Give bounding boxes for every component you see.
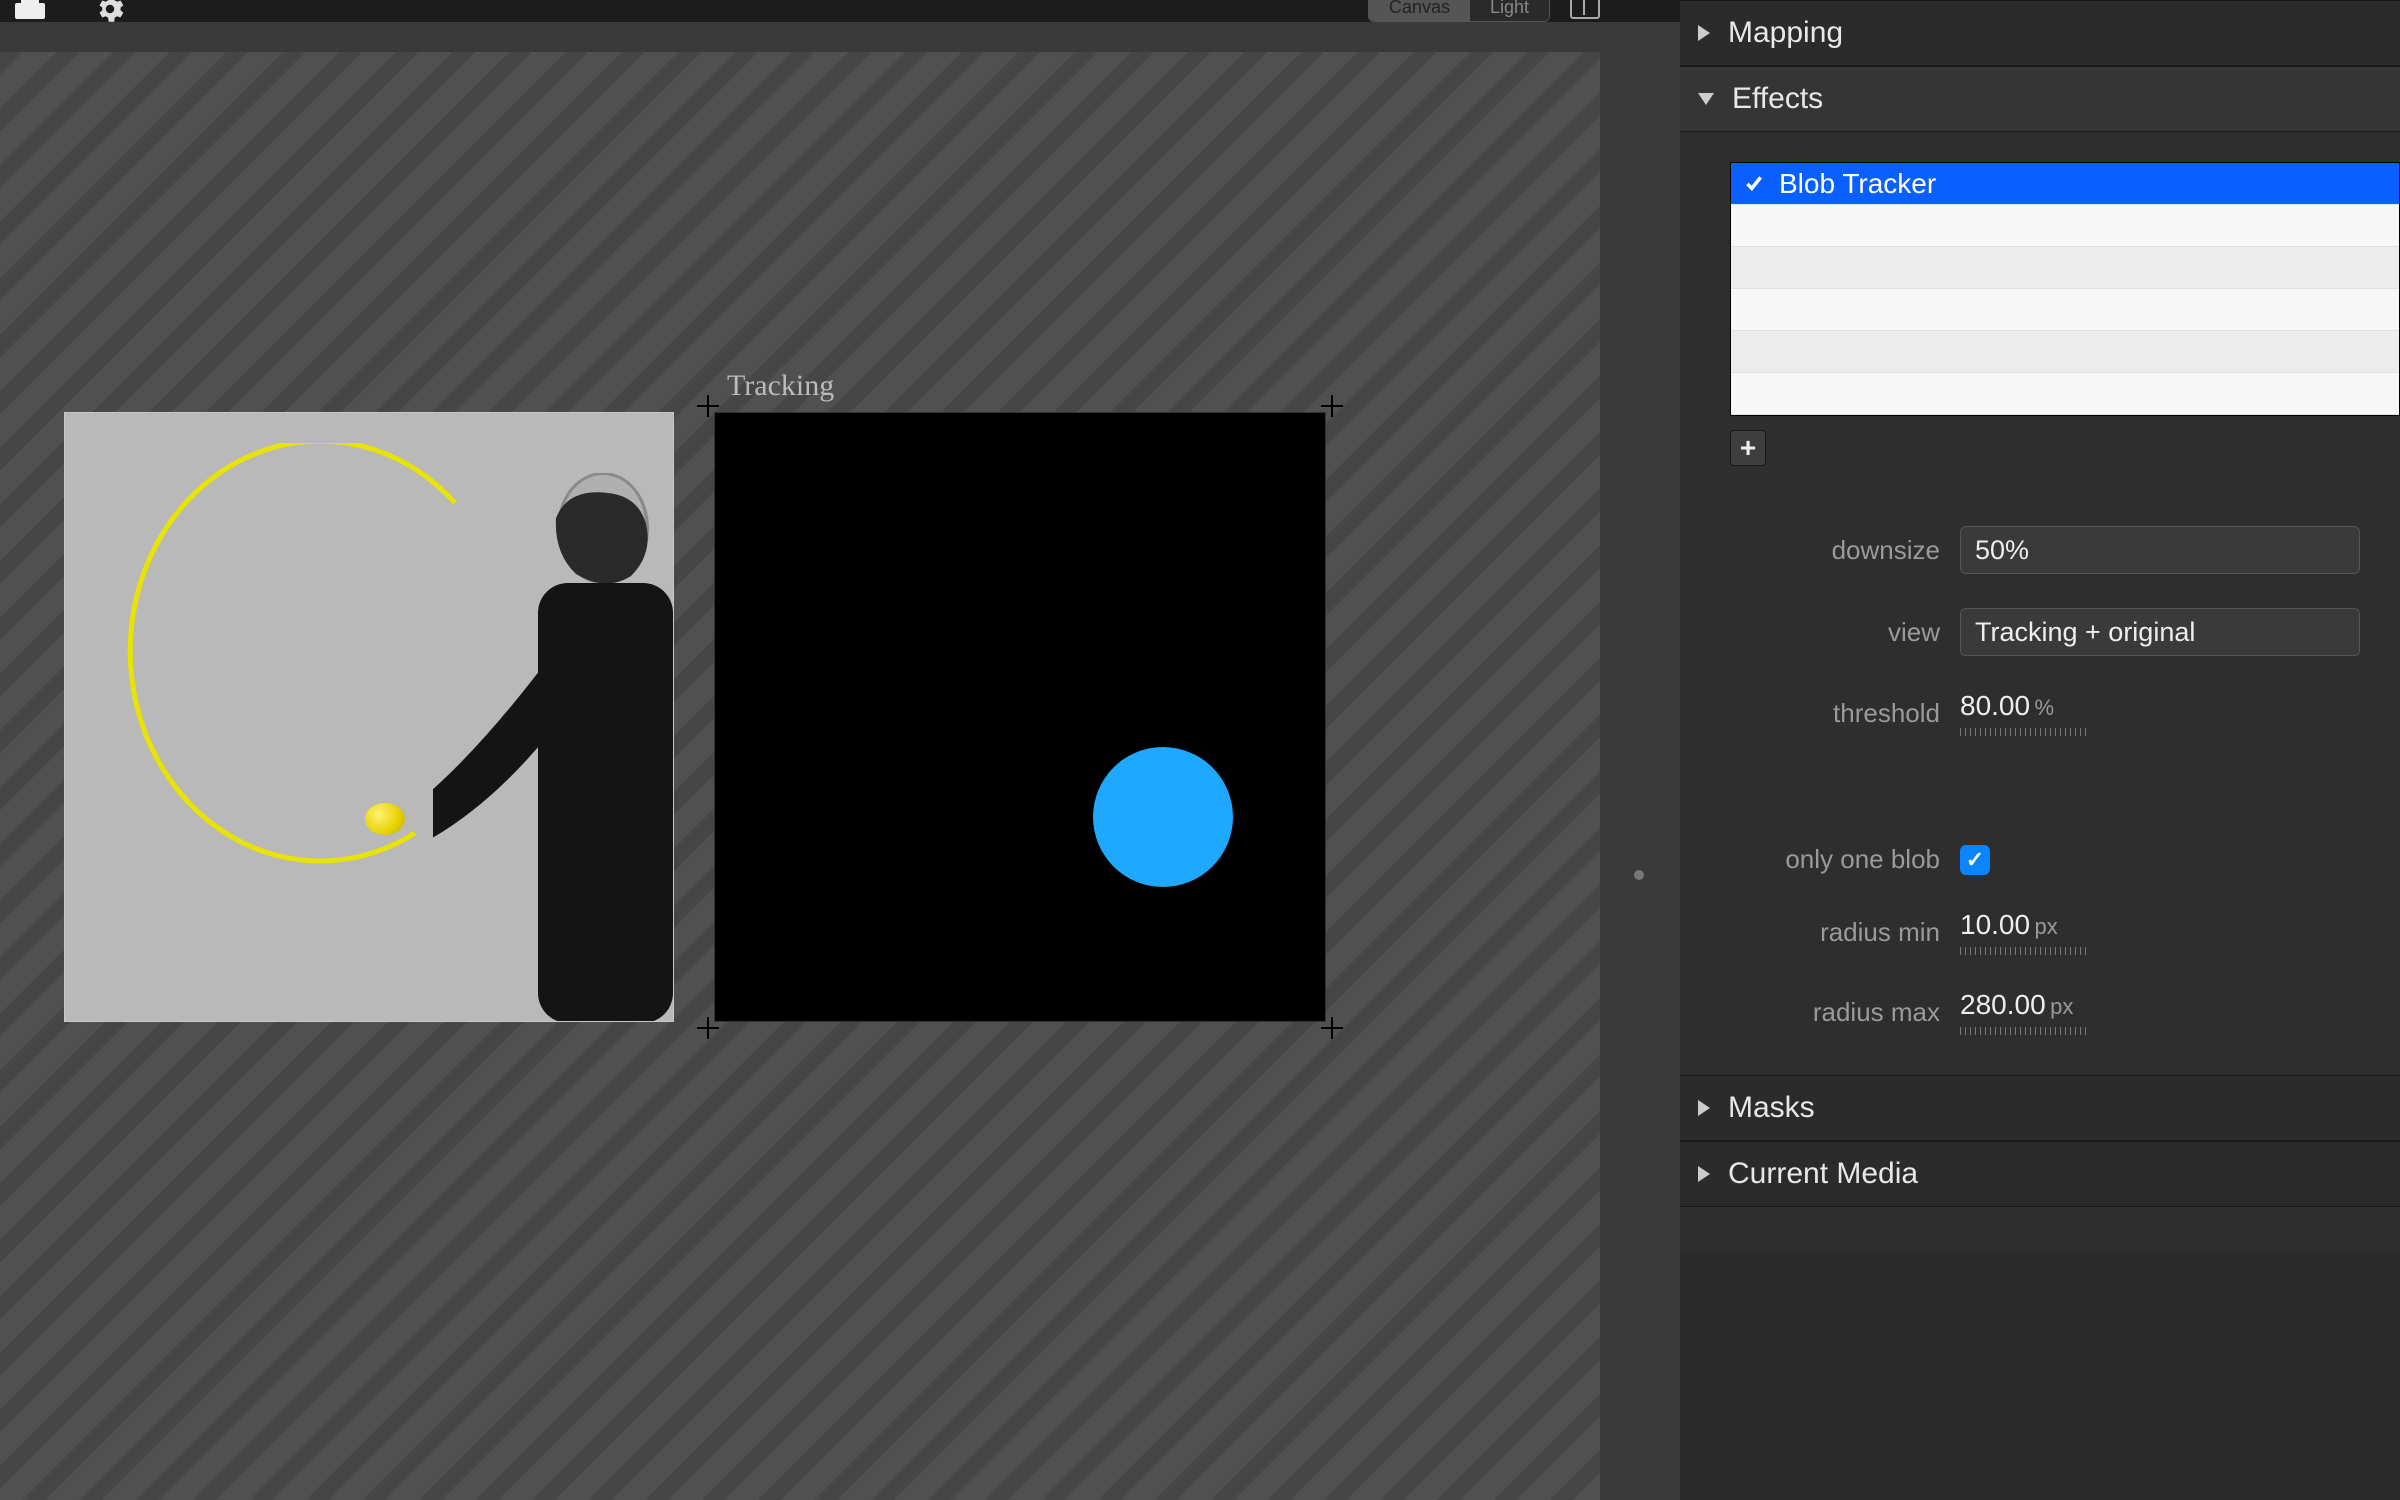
section-current-media[interactable]: Current Media	[1680, 1141, 2400, 1207]
seg-canvas[interactable]: Canvas	[1369, 0, 1470, 21]
effect-row-empty[interactable]	[1731, 331, 2399, 373]
crop-mark-icon	[697, 395, 719, 417]
camera-tool-button[interactable]	[10, 0, 50, 22]
crop-mark-icon	[697, 1017, 719, 1039]
section-mapping[interactable]: Mapping	[1680, 0, 2400, 66]
view-select[interactable]: Tracking + original	[1960, 608, 2360, 656]
radius-max-unit: px	[2050, 994, 2073, 1019]
chevron-right-icon	[1698, 1166, 1710, 1182]
view-mode-segmented: Canvas Light	[1368, 0, 1550, 22]
crop-mark-icon	[64, 1017, 69, 1022]
crop-mark-icon	[669, 412, 674, 417]
trail-arc	[85, 443, 485, 883]
seg-light[interactable]: Light	[1470, 0, 1549, 21]
layout-icon[interactable]	[1570, 0, 1600, 19]
section-title: Mapping	[1728, 16, 1843, 50]
param-label: view	[1730, 617, 1940, 648]
downsize-select[interactable]: 50%	[1960, 526, 2360, 574]
param-view: view Tracking + original	[1730, 608, 2400, 656]
radius-min-input[interactable]: 10.00 px	[1960, 909, 2090, 955]
threshold-unit: %	[2035, 695, 2055, 720]
param-list: downsize 50% view Tracking + original th…	[1730, 526, 2400, 1035]
threshold-value: 80.00	[1960, 690, 2030, 721]
effects-list[interactable]: Blob Tracker	[1730, 162, 2400, 416]
blob-marker	[1093, 747, 1233, 887]
threshold-input[interactable]: 80.00 %	[1960, 690, 2090, 736]
only-one-blob-checkbox[interactable]: ✓	[1960, 845, 1990, 875]
effect-row-empty[interactable]	[1731, 289, 2399, 331]
param-label: threshold	[1730, 698, 1940, 729]
param-threshold: threshold 80.00 %	[1730, 690, 2400, 736]
param-label: only one blob	[1730, 844, 1940, 875]
effect-row-empty[interactable]	[1731, 373, 2399, 415]
camera-icon	[15, 3, 45, 19]
slider-ticks-icon	[1960, 1027, 2090, 1035]
chevron-down-icon	[1698, 93, 1714, 105]
effects-body: Blob Tracker + downsize 50% view Trackin…	[1680, 132, 2400, 1075]
crop-mark-icon	[64, 412, 69, 417]
effect-name: Blob Tracker	[1779, 168, 1936, 200]
inspector-panel: Mapping Effects Blob Tracker + downsize …	[1680, 0, 2400, 1500]
section-title: Current Media	[1728, 1157, 1918, 1191]
add-effect-button[interactable]: +	[1730, 430, 1766, 466]
crop-mark-icon	[1321, 395, 1343, 417]
param-label: radius max	[1730, 997, 1940, 1028]
effect-row-blob-tracker[interactable]: Blob Tracker	[1731, 163, 2399, 205]
gear-icon	[93, 0, 127, 31]
section-effects[interactable]: Effects	[1680, 66, 2400, 132]
person-figure	[433, 473, 673, 1022]
slider-ticks-icon	[1960, 728, 2090, 736]
tracking-panel[interactable]: Tracking	[714, 412, 1326, 1022]
inspector-empty-area	[1680, 1250, 2400, 1500]
tracked-object	[365, 803, 405, 835]
effect-row-empty[interactable]	[1731, 205, 2399, 247]
radius-min-unit: px	[2035, 914, 2058, 939]
param-label: downsize	[1730, 535, 1940, 566]
top-toolbar: Canvas Light	[0, 0, 1680, 22]
radius-max-value: 280.00	[1960, 989, 2046, 1020]
chevron-right-icon	[1698, 25, 1710, 41]
camera-panel[interactable]: Camera	[64, 412, 674, 1022]
settings-button[interactable]	[90, 0, 130, 22]
param-radius-max: radius max 280.00 px	[1730, 989, 2400, 1035]
crop-mark-icon	[1321, 1017, 1343, 1039]
canvas-gutter	[1600, 52, 1680, 1500]
canvas-area[interactable]: Camera Tracking	[0, 52, 1600, 1500]
panel-divider-dot[interactable]	[1634, 870, 1644, 880]
slider-ticks-icon	[1960, 947, 2090, 955]
tracking-panel-label: Tracking	[715, 365, 846, 407]
param-only-one-blob: only one blob ✓	[1730, 844, 2400, 875]
effect-row-empty[interactable]	[1731, 247, 2399, 289]
radius-min-value: 10.00	[1960, 909, 2030, 940]
param-downsize: downsize 50%	[1730, 526, 2400, 574]
param-radius-min: radius min 10.00 px	[1730, 909, 2400, 955]
section-title: Masks	[1728, 1091, 1815, 1125]
section-title: Effects	[1732, 82, 1823, 116]
toolbar-right-group: Canvas Light	[1368, 0, 1600, 22]
effect-enable-checkbox[interactable]	[1743, 173, 1765, 195]
radius-max-input[interactable]: 280.00 px	[1960, 989, 2090, 1035]
param-label: radius min	[1730, 917, 1940, 948]
chevron-right-icon	[1698, 1100, 1710, 1116]
section-masks[interactable]: Masks	[1680, 1075, 2400, 1141]
